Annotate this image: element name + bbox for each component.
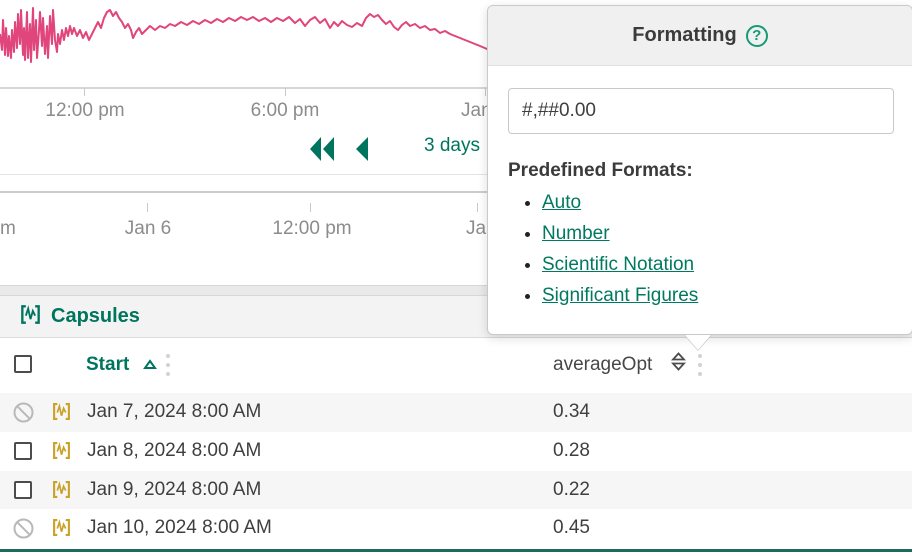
- axis-label-evening: 6:00 pm: [251, 100, 320, 122]
- row-checkbox[interactable]: [14, 481, 32, 499]
- capsule-icon: [52, 441, 71, 465]
- help-icon[interactable]: ?: [746, 25, 768, 47]
- table-row[interactable]: Jan 10, 2024 8:00 AM 0.45: [0, 509, 912, 548]
- format-link-scientific-notation[interactable]: Scientific Notation: [542, 254, 694, 275]
- seeq-workbench-screen: 12:00 pm 6:00 pm Jan 3 days m Jan 6 12:0…: [0, 0, 912, 552]
- capsules-table-body: Jan 7, 2024 8:00 AM 0.34 Jan 8, 2024 8:0…: [0, 393, 912, 548]
- capsule-value-cell: 0.22: [553, 479, 590, 501]
- format-link-number[interactable]: Number: [542, 223, 610, 244]
- capsule-icon: [52, 402, 71, 426]
- popup-title: Formatting: [632, 24, 736, 47]
- capsule-value-cell: 0.34: [553, 401, 590, 423]
- capsule-start-cell: Jan 10, 2024 8:00 AM: [87, 517, 272, 539]
- capsules-table-header: Start averageOpt: [0, 338, 912, 393]
- step-back-icon[interactable]: [352, 136, 370, 167]
- format-option-item: Significant Figures: [542, 285, 896, 307]
- time-navigation: 3 days: [0, 132, 487, 166]
- duration-label[interactable]: 3 days: [424, 135, 480, 157]
- axis-tick: [310, 203, 311, 212]
- format-option-item: Scientific Notation: [542, 254, 896, 276]
- formatting-popup-body: Predefined Formats: Auto Number Scientif…: [488, 66, 912, 307]
- formatting-popup-header: Formatting ?: [488, 6, 912, 66]
- column-header-start[interactable]: Start: [86, 354, 129, 376]
- format-option-item: Auto: [542, 192, 896, 214]
- format-string-input[interactable]: [508, 88, 894, 134]
- capsule-start-cell: Jan 9, 2024 8:00 AM: [87, 479, 261, 501]
- capsule-icon: [52, 480, 71, 504]
- select-all-checkbox[interactable]: [14, 355, 32, 373]
- table-row[interactable]: Jan 8, 2024 8:00 AM 0.28: [0, 432, 912, 471]
- start-column-menu-icon[interactable]: [166, 354, 170, 376]
- no-entry-icon: [13, 402, 34, 428]
- predefined-formats-list: Auto Number Scientific Notation Signific…: [542, 192, 896, 307]
- averageopt-column-menu-icon[interactable]: [698, 354, 702, 376]
- format-option-item: Number: [542, 223, 896, 245]
- sortable-icon[interactable]: [671, 352, 686, 376]
- axis-tick: [84, 88, 85, 96]
- capsule-value-cell: 0.45: [553, 517, 590, 539]
- formatting-popup: Formatting ? Predefined Formats: Auto Nu…: [487, 5, 912, 335]
- axis-tick: [285, 88, 286, 96]
- row-checkbox[interactable]: [14, 442, 32, 460]
- format-link-significant-figures[interactable]: Significant Figures: [542, 285, 698, 306]
- capsule-start-cell: Jan 7, 2024 8:00 AM: [87, 401, 261, 423]
- sort-ascending-icon[interactable]: [143, 357, 157, 375]
- predefined-formats-heading: Predefined Formats:: [508, 160, 896, 182]
- popup-pointer-caret: [684, 335, 712, 351]
- axis-label-partial: m: [0, 218, 16, 240]
- axis-tick: [147, 203, 148, 212]
- axis-label-noon2: 12:00 pm: [272, 218, 351, 240]
- capsules-pane-title: Capsules: [51, 305, 140, 328]
- rewind-icon[interactable]: [306, 136, 338, 167]
- column-header-averageopt[interactable]: averageOpt: [553, 354, 652, 376]
- format-link-auto[interactable]: Auto: [542, 192, 581, 213]
- axis-tick: [477, 203, 478, 212]
- capsule-icon: [52, 518, 71, 542]
- axis-tick: [485, 88, 486, 96]
- axis-label-noon: 12:00 pm: [45, 100, 124, 122]
- capsule-icon: [20, 304, 41, 330]
- table-row[interactable]: Jan 7, 2024 8:00 AM 0.34: [0, 393, 912, 432]
- table-row[interactable]: Jan 9, 2024 8:00 AM 0.22: [0, 471, 912, 510]
- capsule-value-cell: 0.28: [553, 440, 590, 462]
- no-entry-icon: [13, 518, 34, 544]
- capsule-start-cell: Jan 8, 2024 8:00 AM: [87, 440, 261, 462]
- axis-label-jan6: Jan 6: [125, 218, 171, 240]
